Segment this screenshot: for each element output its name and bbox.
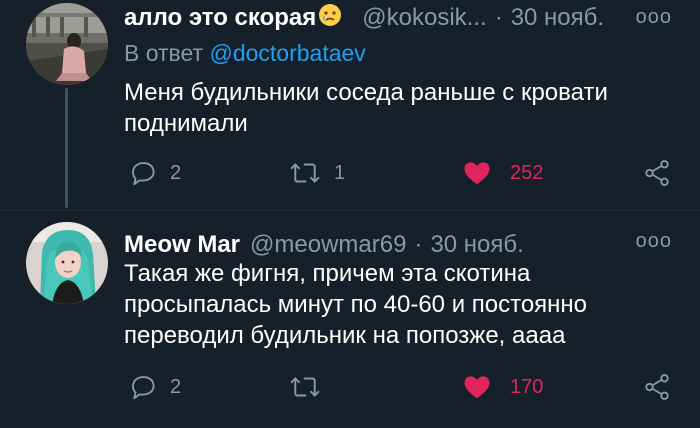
more-icon[interactable]: ooo — [636, 6, 672, 29]
heart-icon — [464, 376, 490, 399]
tweet-text-line: Такая же фигня, причем эта скотина — [124, 260, 531, 287]
tweet-header: алло это скорая @kokosik... · 30 нояб. — [124, 1, 604, 35]
tweet-date[interactable]: 30 нояб. — [430, 231, 523, 259]
reply-count: 2 — [170, 375, 182, 398]
reply-button[interactable]: 2 — [128, 156, 181, 190]
share-button[interactable] — [642, 370, 672, 404]
reply-count: 2 — [170, 161, 182, 184]
reply-button[interactable]: 2 — [128, 370, 181, 404]
tweet-header: Meow Mar @meowmar69 · 30 нояб. — [124, 228, 524, 262]
tweet-text-line: просыпалась минут по 40-60 и постоянно — [124, 291, 588, 318]
share-icon — [645, 374, 669, 400]
reply-context: В ответ @doctorbataev — [124, 40, 366, 67]
retweet-button[interactable] — [288, 370, 334, 404]
tweet-date[interactable]: 30 нояб. — [511, 4, 604, 32]
tweet-text-line: переводил будильник на попозже, аааа — [124, 322, 566, 349]
retweet-icon — [290, 377, 320, 397]
more-icon[interactable]: ooo — [636, 230, 672, 253]
like-button[interactable]: 170 — [462, 370, 543, 404]
tweet-actions: 2 170 — [124, 370, 680, 404]
retweet-button[interactable]: 1 — [288, 156, 345, 190]
reply-prefix: В ответ — [124, 40, 204, 66]
tweet-text-line: поднимали — [124, 110, 248, 137]
retweet-icon — [290, 163, 320, 183]
share-icon — [645, 160, 669, 186]
author-name[interactable]: алло это скорая — [124, 4, 316, 32]
retweet-count: 1 — [334, 161, 346, 184]
reply-to-link[interactable]: @doctorbataev — [209, 40, 365, 66]
crying-face-icon — [318, 3, 342, 34]
separator-dot: · — [414, 231, 423, 258]
author-name[interactable]: Meow Mar — [124, 231, 240, 259]
avatar[interactable] — [26, 222, 108, 304]
reply-icon — [132, 376, 155, 400]
author-handle[interactable]: @meowmar69 — [250, 231, 406, 259]
tweet-1[interactable]: алло это скорая @kokosik... · 30 нояб. o… — [0, 0, 700, 210]
author-handle[interactable]: @kokosik... — [362, 4, 486, 32]
separator-dot: · — [494, 4, 503, 31]
tweet-text: Такая же фигня, причем эта скотина просы… — [124, 258, 684, 351]
tweet-actions: 2 1 252 — [124, 156, 680, 190]
like-button[interactable]: 252 — [462, 156, 543, 190]
tweet-2[interactable]: Meow Mar @meowmar69 · 30 нояб. ooo Такая… — [0, 210, 700, 428]
thread-line — [65, 88, 68, 208]
avatar[interactable] — [26, 3, 108, 85]
heart-icon — [464, 162, 490, 185]
like-count: 252 — [510, 161, 544, 184]
reply-icon — [132, 162, 155, 186]
like-count: 170 — [510, 375, 544, 398]
share-button[interactable] — [642, 156, 672, 190]
tweet-text-line: Меня будильники соседа раньше с кровати — [124, 79, 608, 106]
tweet-text: Меня будильники соседа раньше с кровати … — [124, 77, 684, 139]
